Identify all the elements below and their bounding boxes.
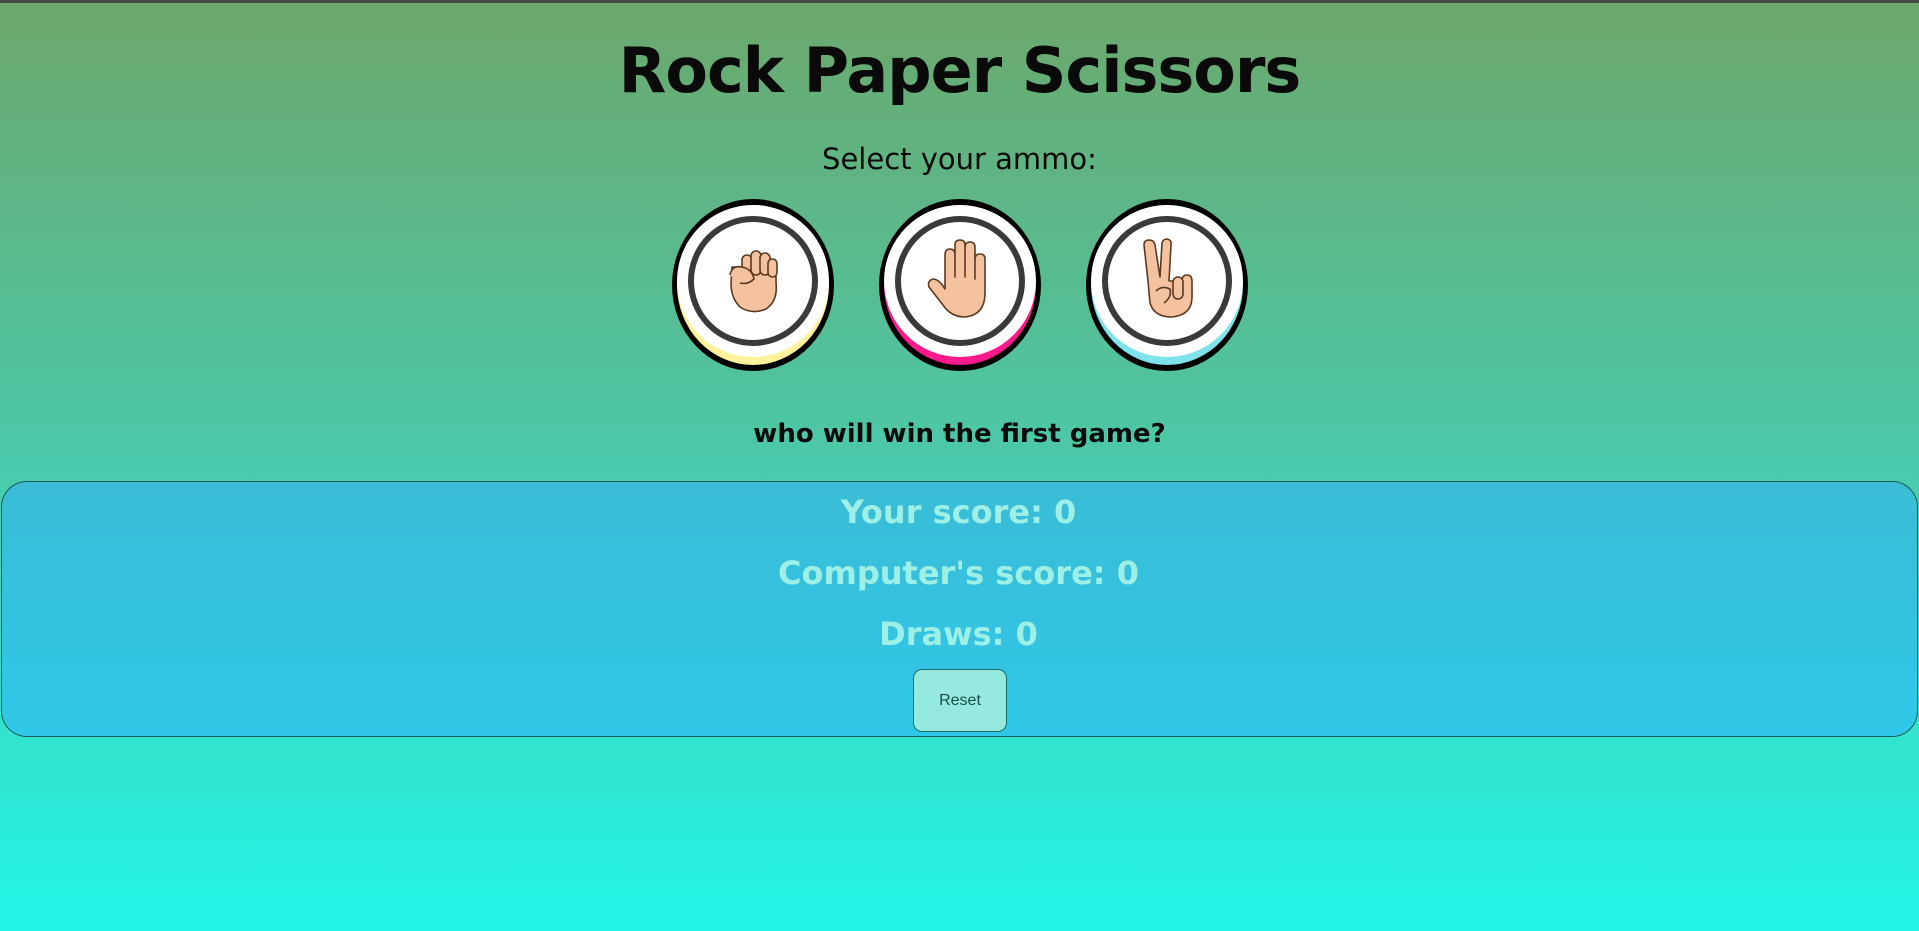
victory-hand-icon: [1143, 238, 1193, 318]
reset-button[interactable]: Reset: [913, 669, 1007, 732]
rock-button[interactable]: [672, 199, 834, 371]
fist-icon: [729, 250, 778, 313]
choice-prompt: Select your ammo:: [822, 142, 1097, 176]
draws-count: Draws: 0: [879, 615, 1038, 653]
page-title: Rock Paper Scissors: [618, 34, 1302, 107]
scissors-button[interactable]: [1086, 199, 1248, 371]
paper-button[interactable]: [879, 199, 1041, 371]
open-hand-icon: [927, 239, 986, 318]
player-score: Your score: 0: [840, 493, 1077, 531]
computer-score: Computer's score: 0: [778, 554, 1139, 592]
game-status: who will win the first game?: [753, 419, 1166, 449]
